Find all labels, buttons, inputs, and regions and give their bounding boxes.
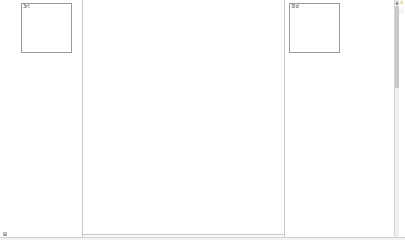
left-pane: 3rl <box>0 0 83 237</box>
thumbnail-right[interactable]: 3ld <box>289 3 340 53</box>
status-faint-text <box>345 231 390 236</box>
thumbnail-right-label: 3ld <box>291 4 299 10</box>
center-pane[interactable] <box>83 0 285 237</box>
warning-icon[interactable]: ⚠ <box>399 1 404 6</box>
thumbnail-left[interactable]: 3rl <box>21 3 72 53</box>
info-icon[interactable]: ⓘ <box>399 10 404 15</box>
right-pane: 3ld <box>285 0 394 237</box>
app-window: 3rl 3ld ▲ ⚠ ⓘ ⊞ <box>0 0 405 240</box>
thumbnail-left-label: 3rl <box>23 4 30 10</box>
grid-icon[interactable]: ⊞ <box>2 233 8 238</box>
side-icon-strip: ⚠ ⓘ <box>399 0 405 237</box>
